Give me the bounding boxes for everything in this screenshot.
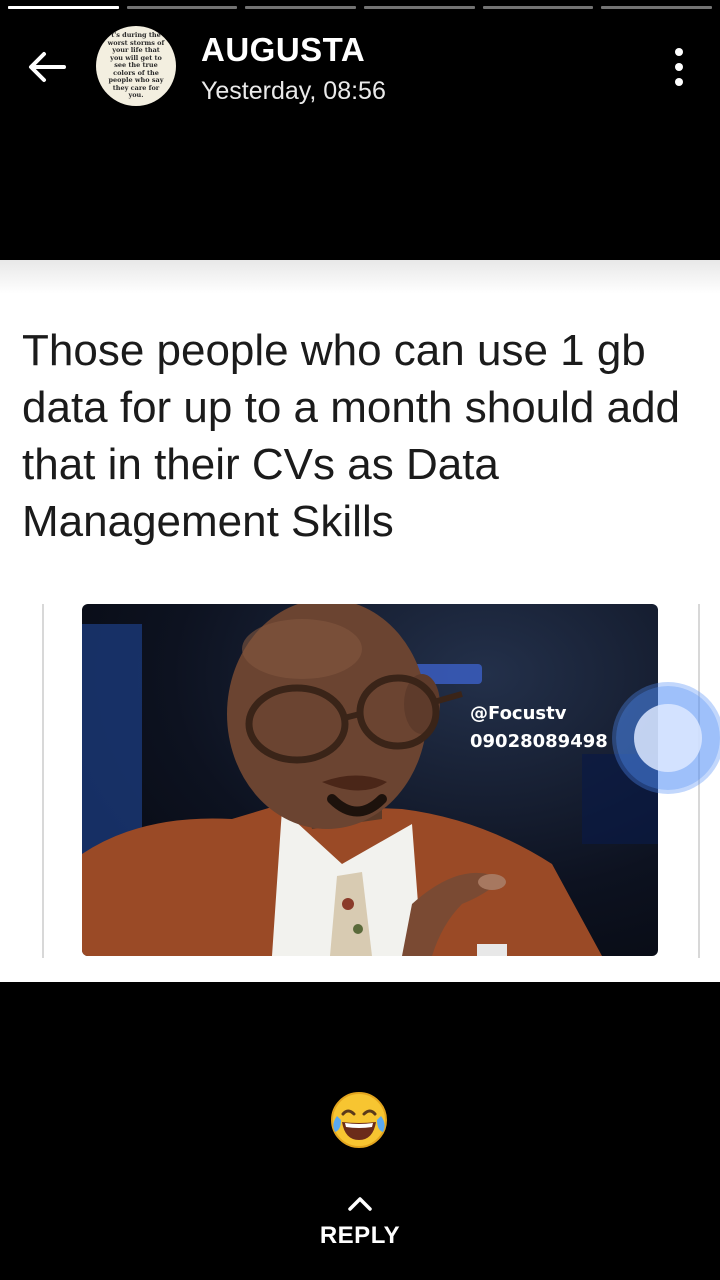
status-image: Those people who can use 1 gb data for u… — [0, 260, 720, 982]
watermark-phone: 09028089498 — [470, 731, 608, 752]
story-progress-bar — [8, 6, 713, 10]
touch-indicator — [616, 686, 720, 790]
back-arrow-icon[interactable] — [22, 42, 72, 92]
progress-segment — [482, 6, 594, 9]
progress-fill — [8, 6, 119, 9]
watermark-handle: @Focustv — [470, 703, 567, 724]
progress-segment — [601, 6, 713, 9]
contact-name[interactable]: AUGUSTA — [201, 31, 365, 69]
photo-frame: @Focustv 09028089498 — [42, 604, 700, 958]
image-top-band — [0, 260, 720, 294]
progress-segment — [8, 6, 119, 9]
chevron-up-icon — [348, 1197, 372, 1211]
image-caption-text: Those people who can use 1 gb data for u… — [22, 326, 681, 546]
story-header: t's during the worst storms of your life… — [0, 22, 720, 112]
reply-button[interactable]: REPLY — [0, 1194, 720, 1250]
man-in-suit-illustration — [82, 604, 658, 956]
progress-segment — [126, 6, 238, 9]
progress-segment — [364, 6, 475, 9]
more-vert-icon[interactable] — [674, 48, 684, 86]
avatar-text: t's during the worst storms of your life… — [107, 31, 165, 100]
story-timestamp: Yesterday, 08:56 — [201, 77, 386, 105]
meme-photo: @Focustv 09028089498 — [82, 604, 658, 956]
photo-watermark: @Focustv 09028089498 — [470, 700, 608, 756]
laughing-tears-emoji-icon — [329, 1090, 389, 1150]
progress-segment — [245, 6, 357, 9]
avatar[interactable]: t's during the worst storms of your life… — [96, 26, 176, 106]
reply-label: REPLY — [319, 1222, 401, 1249]
